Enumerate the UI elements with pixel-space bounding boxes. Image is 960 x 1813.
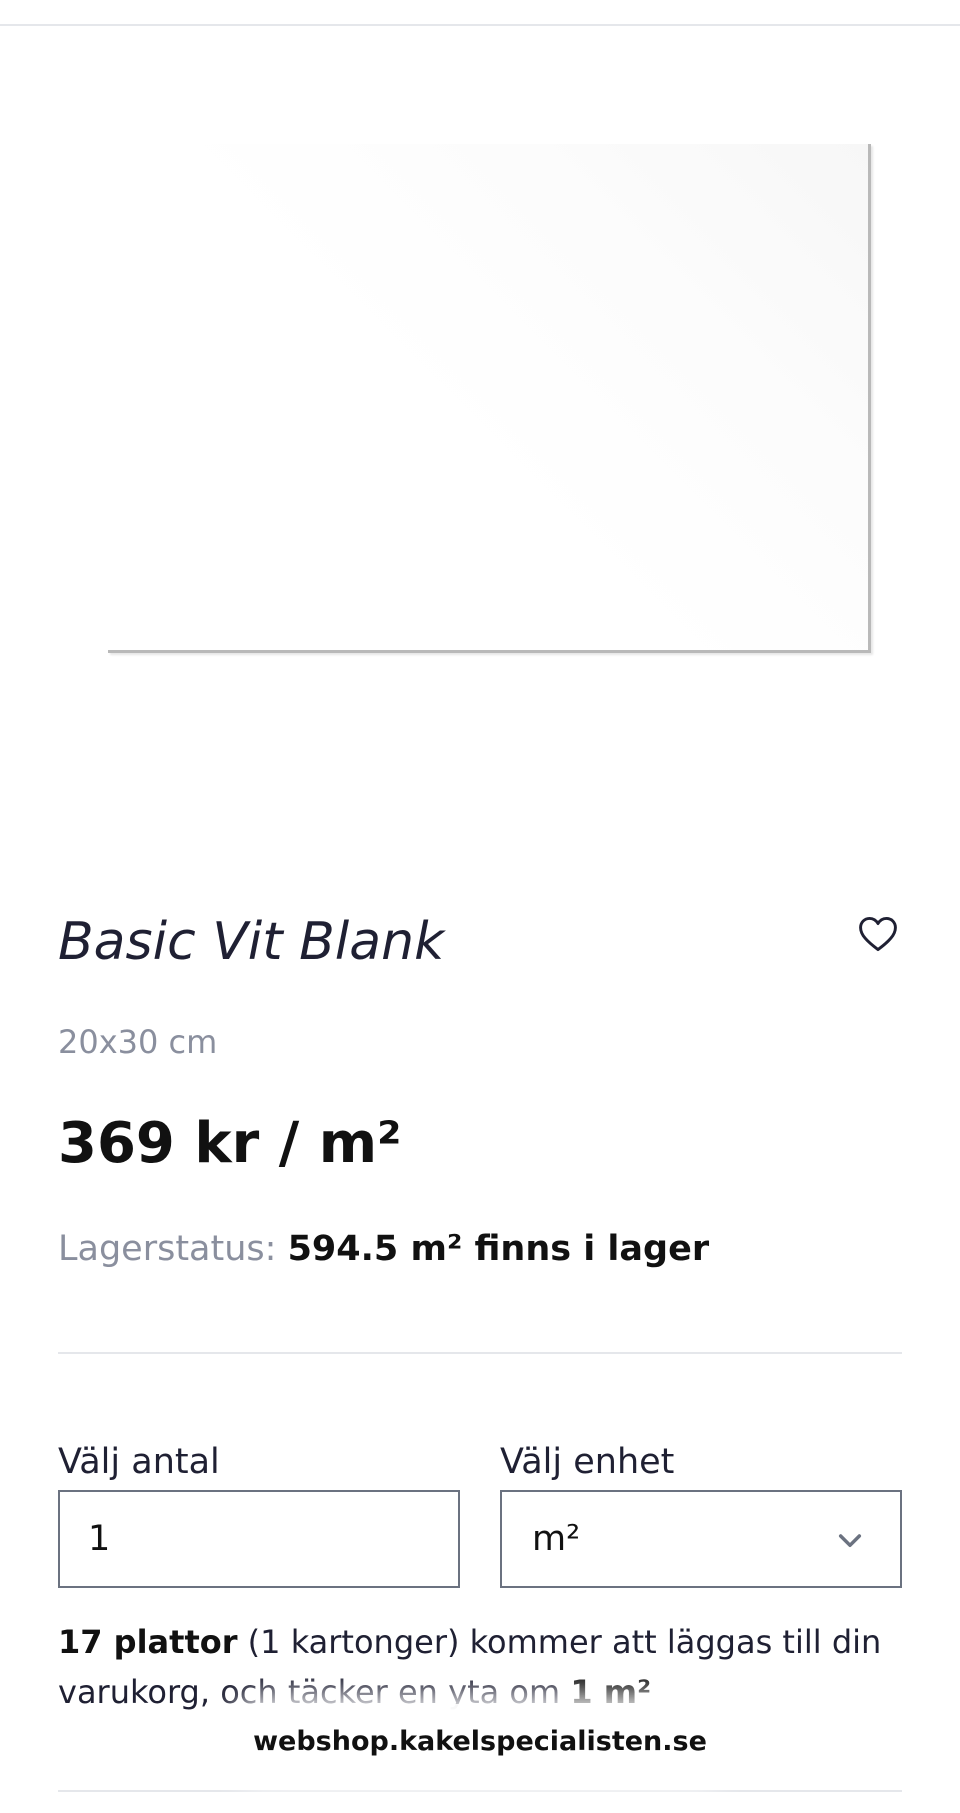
product-title: Basic Vit Blank — [58, 912, 445, 972]
section-divider — [58, 1352, 902, 1354]
quantity-input[interactable] — [58, 1490, 460, 1588]
product-size: 20x30 cm — [58, 1023, 218, 1061]
unit-select[interactable]: m² — [500, 1490, 902, 1588]
heart-outline-icon — [856, 912, 900, 956]
stock-status-value: 594.5 m² finns i lager — [287, 1229, 710, 1269]
quantity-label: Välj antal — [58, 1442, 220, 1482]
unit-select-value: m² — [532, 1519, 581, 1559]
chevron-down-icon — [834, 1524, 866, 1556]
header-divider — [0, 24, 960, 26]
stock-status: Lagerstatus: 594.5 m² finns i lager — [58, 1227, 709, 1271]
product-image[interactable] — [108, 144, 871, 653]
stock-status-label: Lagerstatus: — [58, 1229, 277, 1269]
section-divider-bottom — [58, 1790, 902, 1792]
tile-count: 17 plattor — [58, 1623, 238, 1661]
product-price: 369 kr / m² — [58, 1111, 402, 1176]
cart-summary-text: 17 plattor (1 kartonger) kommer att lägg… — [58, 1617, 902, 1717]
favorite-button[interactable] — [856, 912, 900, 956]
unit-label: Välj enhet — [500, 1442, 675, 1482]
browser-url-bar[interactable]: webshop.kakelspecialisten.se — [232, 1704, 728, 1778]
